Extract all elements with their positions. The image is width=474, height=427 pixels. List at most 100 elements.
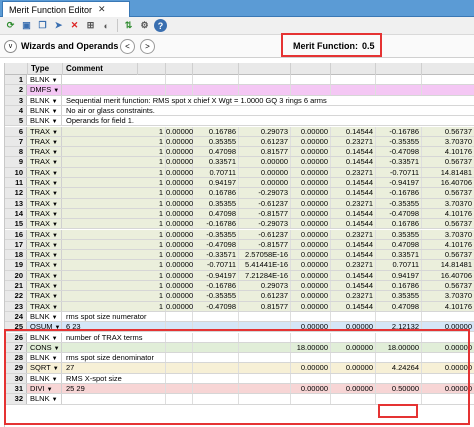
value-cell[interactable]: 0.00000 bbox=[291, 229, 331, 239]
value-cell[interactable]: 0.14544 bbox=[331, 188, 376, 198]
value-cell[interactable] bbox=[376, 311, 422, 322]
value-cell[interactable]: 0.00000 bbox=[291, 270, 331, 280]
value-cell[interactable]: 1 bbox=[138, 281, 166, 291]
table-row[interactable]: 19 TRAX ▼ 1 0.00000 -0.70711 5.41441E-16 0.0000… bbox=[5, 260, 474, 271]
value-cell[interactable]: 0.56737 bbox=[422, 188, 474, 197]
operand-type[interactable]: TRAX ▼ bbox=[28, 208, 62, 219]
operand-type[interactable]: BLNK ▼ bbox=[28, 75, 62, 85]
operand-type[interactable]: TRAX ▼ bbox=[28, 270, 62, 280]
chevron-down-icon[interactable]: ▼ bbox=[52, 305, 58, 311]
value-cell[interactable]: 0.00000 bbox=[291, 301, 331, 311]
value-cell[interactable]: 0.56737 bbox=[422, 281, 474, 290]
value-cell[interactable] bbox=[138, 75, 166, 85]
chevron-down-icon[interactable]: ▼ bbox=[52, 191, 58, 197]
table-row[interactable]: 21 TRAX ▼ 1 0.00000 -0.16786 0.29073 0.00000 0.1… bbox=[5, 281, 474, 292]
operand-type[interactable]: TRAX ▼ bbox=[28, 260, 62, 270]
chevron-down-icon[interactable]: ▼ bbox=[52, 99, 58, 105]
value-cell[interactable]: 0.00000 bbox=[291, 188, 331, 198]
table-row[interactable]: 15 TRAX ▼ 1 0.00000 -0.16786 -0.29073 0.00000 0.… bbox=[5, 219, 474, 230]
operand-type[interactable]: BLNK ▼ bbox=[28, 116, 62, 126]
value-cell[interactable]: 0.56737 bbox=[422, 219, 474, 228]
value-cell[interactable] bbox=[239, 85, 291, 95]
value-cell[interactable]: 3.70370 bbox=[422, 230, 474, 239]
value-cell[interactable]: 0.33571 bbox=[193, 157, 239, 167]
value-cell[interactable]: -0.61237 bbox=[239, 198, 291, 208]
operand-type[interactable]: TRAX ▼ bbox=[28, 147, 62, 157]
operand-type[interactable]: TRAX ▼ bbox=[28, 219, 62, 229]
value-cell[interactable]: 0.14544 bbox=[331, 301, 376, 311]
value-cell[interactable]: 1 bbox=[138, 301, 166, 311]
table-row[interactable]: 14 TRAX ▼ 1 0.00000 0.47098 -0.81577 0.00000 0.1… bbox=[5, 208, 474, 220]
value-cell[interactable]: 1 bbox=[138, 136, 166, 147]
value-cell[interactable] bbox=[422, 85, 474, 94]
insert-icon[interactable]: ⊞ bbox=[84, 19, 97, 32]
next-button[interactable]: > bbox=[140, 39, 155, 54]
value-cell[interactable]: 0.00000 bbox=[291, 136, 331, 147]
value-cell[interactable]: 1 bbox=[138, 157, 166, 167]
value-cell[interactable]: -0.33571 bbox=[193, 250, 239, 260]
value-cell[interactable]: 0.14544 bbox=[331, 281, 376, 291]
value-cell[interactable]: 0.70711 bbox=[376, 260, 422, 270]
value-cell[interactable]: 0.14544 bbox=[331, 250, 376, 260]
value-cell[interactable]: 0.14544 bbox=[331, 208, 376, 219]
value-cell[interactable]: -0.29073 bbox=[239, 219, 291, 229]
table-row[interactable]: 24 BLNK ▼ rms spot size numerator bbox=[5, 311, 474, 323]
value-cell[interactable]: 0.00000 bbox=[291, 239, 331, 250]
value-cell[interactable]: 0.00000 bbox=[291, 147, 331, 157]
help-icon[interactable]: ? bbox=[154, 19, 167, 32]
value-cell[interactable] bbox=[376, 85, 422, 95]
value-cell[interactable]: 4.10176 bbox=[422, 302, 474, 311]
value-cell[interactable]: 14.81481 bbox=[422, 260, 474, 269]
value-cell[interactable] bbox=[291, 311, 331, 322]
value-cell[interactable]: 0.00000 bbox=[166, 260, 193, 270]
operand-type[interactable]: TRAX ▼ bbox=[28, 198, 62, 208]
value-cell[interactable]: 0.00000 bbox=[291, 126, 331, 136]
chevron-down-icon[interactable]: ▼ bbox=[53, 88, 59, 94]
value-cell[interactable]: 0.00000 bbox=[239, 167, 291, 177]
value-cell[interactable]: 1 bbox=[138, 198, 166, 208]
chevron-down-icon[interactable]: ▼ bbox=[52, 160, 58, 166]
value-cell[interactable]: 0.00000 bbox=[166, 157, 193, 167]
value-cell[interactable]: 0.14544 bbox=[331, 219, 376, 229]
value-cell[interactable]: 0.00000 bbox=[166, 136, 193, 147]
table-row[interactable]: 16 TRAX ▼ 1 0.00000 -0.35355 -0.61237 0.00000 0.… bbox=[5, 229, 474, 240]
value-cell[interactable]: 2.57058E-16 bbox=[239, 250, 291, 260]
operand-type[interactable]: TRAX ▼ bbox=[28, 301, 62, 311]
operand-type[interactable]: BLNK ▼ bbox=[28, 311, 62, 322]
value-cell[interactable]: -0.16786 bbox=[193, 219, 239, 229]
value-cell[interactable]: -0.35355 bbox=[193, 291, 239, 301]
value-cell[interactable]: 0.00000 bbox=[291, 167, 331, 177]
value-cell[interactable]: 0.23271 bbox=[331, 260, 376, 270]
comment-cell[interactable]: No air or glass constraints. bbox=[63, 106, 155, 115]
operand-type[interactable]: TRAX ▼ bbox=[28, 167, 62, 177]
chevron-down-icon[interactable]: ▼ bbox=[52, 109, 58, 115]
value-cell[interactable]: 0.00000 bbox=[291, 219, 331, 229]
chevron-down-icon[interactable]: ▼ bbox=[52, 233, 58, 239]
value-cell[interactable]: 0.16786 bbox=[376, 219, 422, 229]
value-cell[interactable]: -0.35355 bbox=[376, 136, 422, 147]
value-cell[interactable]: 0.00000 bbox=[166, 178, 193, 188]
value-cell[interactable] bbox=[422, 75, 474, 84]
chevron-down-icon[interactable]: ▼ bbox=[52, 253, 58, 259]
value-cell[interactable] bbox=[138, 311, 166, 322]
value-cell[interactable]: 0.35355 bbox=[376, 229, 422, 239]
value-cell[interactable]: 0.29073 bbox=[239, 281, 291, 291]
table-row[interactable]: 4 BLNK ▼ No air or glass constraints. bbox=[5, 105, 474, 117]
value-cell[interactable]: -0.16786 bbox=[376, 188, 422, 198]
value-cell[interactable]: 1 bbox=[138, 188, 166, 198]
value-cell[interactable]: 0.00000 bbox=[239, 178, 291, 188]
value-cell[interactable]: 0.23271 bbox=[331, 229, 376, 239]
value-cell[interactable]: 0.35355 bbox=[193, 136, 239, 147]
operand-type[interactable]: TRAX ▼ bbox=[28, 291, 62, 301]
value-cell[interactable] bbox=[331, 311, 376, 322]
value-cell[interactable]: 1 bbox=[138, 270, 166, 280]
value-cell[interactable]: -0.47098 bbox=[193, 239, 239, 250]
toggle-icon[interactable]: ◐ bbox=[100, 19, 113, 32]
value-cell[interactable]: 0.00000 bbox=[166, 301, 193, 311]
operand-type[interactable]: TRAX ▼ bbox=[28, 136, 62, 147]
value-cell[interactable]: 0.00000 bbox=[291, 250, 331, 260]
value-cell[interactable] bbox=[193, 85, 239, 95]
table-row[interactable]: 6 TRAX ▼ 1 0.00000 0.16786 0.29073 0.00000 0.145… bbox=[5, 126, 474, 137]
value-cell[interactable]: 0.35355 bbox=[193, 198, 239, 208]
value-cell[interactable]: 0.00000 bbox=[291, 260, 331, 270]
